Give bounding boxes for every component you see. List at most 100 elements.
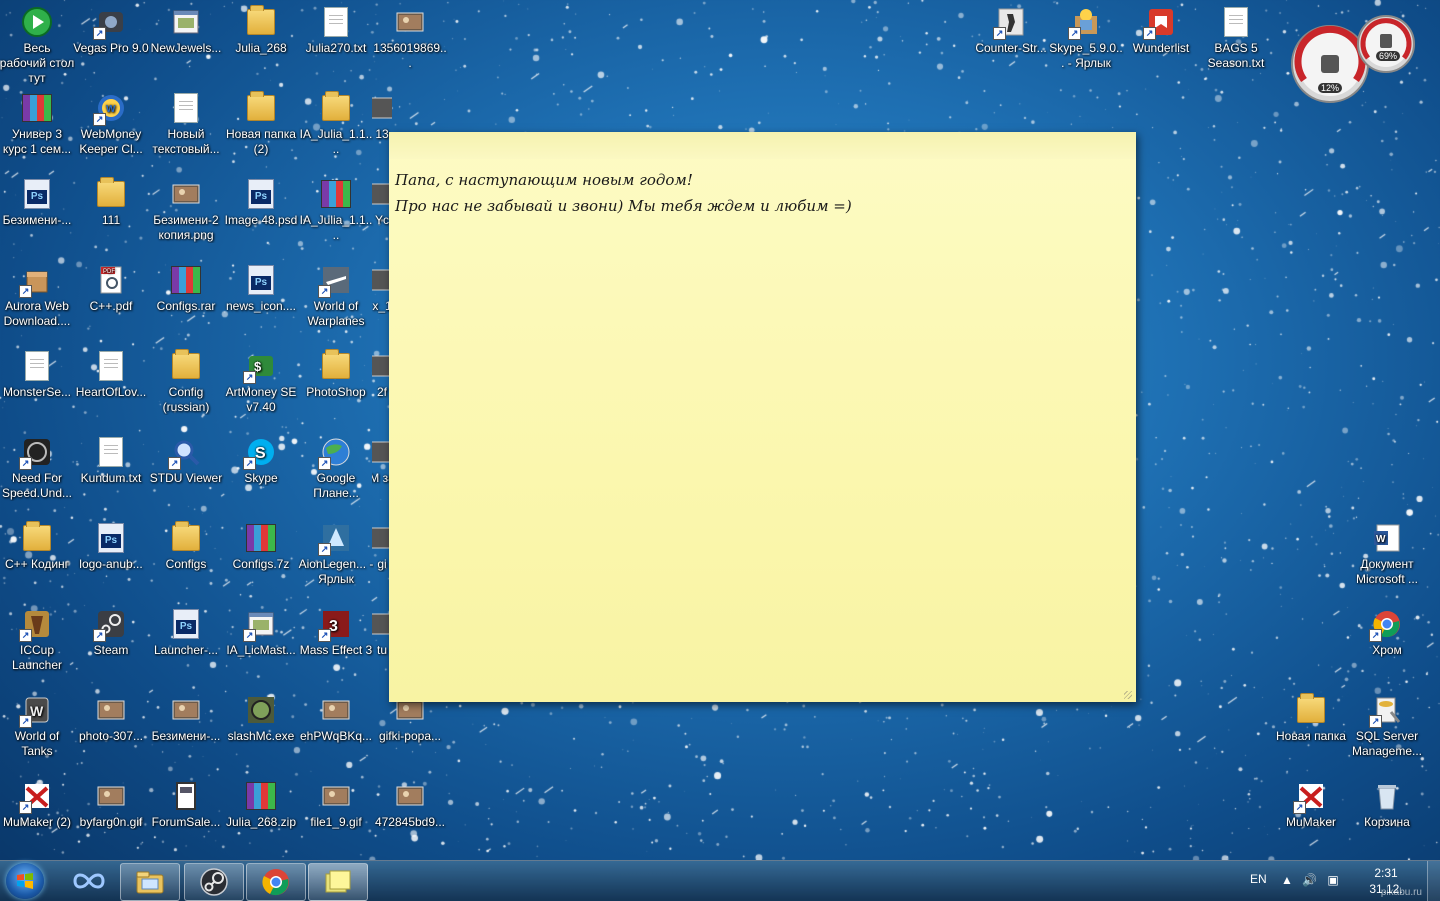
desktop-icon[interactable]: 472845bd9... [372,774,448,860]
desktop-icon[interactable]: Безимени-... [148,688,224,774]
desktop-icon[interactable]: ↗ Google Плане... [298,430,374,516]
desktop-icon[interactable]: W Документ Microsoft ... [1349,516,1425,602]
desktop-icon[interactable]: ↗ MuMaker [1273,774,1349,860]
desktop-icon-label: Need For Speed.Und... [1,471,73,500]
desktop-icon-label: MonsterSe... [2,385,72,399]
sticky-note-text[interactable]: Папа, с наступающим новым годом! Про нас… [389,159,1136,227]
watermark: pikabu.ru [1380,887,1422,898]
desktop-icon[interactable]: 3 ↗ Mass Effect 3 [298,602,374,688]
taskbar-button-infinity[interactable] [60,863,118,899]
desktop-icon[interactable]: BAGS 5 Season.txt [1198,0,1274,86]
desktop-icon[interactable]: PDF C++.pdf [73,258,149,344]
desktop-icon-label: C++ Кодинг [4,557,70,571]
desktop-icon[interactable]: MonsterSe... [0,344,75,430]
desktop-icon[interactable]: $ ↗ ArtMoney SE v7.40 [223,344,299,430]
desktop-icon[interactable]: slashMc.exe [223,688,299,774]
desktop-icon[interactable]: news_icon.... [223,258,299,344]
desktop-icon[interactable]: NewJewels... [148,0,224,86]
show-desktop-button[interactable] [1427,861,1440,901]
language-indicator[interactable]: EN [1250,872,1267,886]
sticky-note-line-1: Папа, с наступающим новым годом! [395,171,693,189]
desktop-icon[interactable]: photo-307... [73,688,149,774]
text-file-icon [170,92,202,124]
desktop-icon[interactable]: Configs.rar [148,258,224,344]
resize-grip-icon[interactable] [1124,691,1132,699]
desktop-icon[interactable]: Новая папка (2) [223,86,299,172]
desktop-icon-label: ICCup Launcher [11,643,63,672]
desktop-icon[interactable]: Новый текстовый... [148,86,224,172]
desktop-icon[interactable]: ↗ STDU Viewer [148,430,224,516]
desktop-icon[interactable]: file1_9.gif [298,774,374,860]
desktop-icon[interactable]: ↗ IA_LicMast... [223,602,299,688]
desktop-icon[interactable]: ↗ Counter-Str... [973,0,1049,86]
desktop-icon[interactable]: Launcher-... [148,602,224,688]
desktop-icon[interactable]: ↗ Wunderlist [1123,0,1199,86]
desktop-icon[interactable]: Configs.7z [223,516,299,602]
desktop-icon[interactable]: 111 [73,172,149,258]
taskbar-button-sticky-notes[interactable] [308,863,368,901]
shortcut-arrow-icon: ↗ [1293,801,1306,814]
desktop-icon[interactable]: IA_Julia_1.1.... [298,86,374,172]
sticky-note-header[interactable] [389,132,1136,159]
desktop-icon[interactable]: ↗ Vegas Pro 9.0 [73,0,149,86]
desktop-icon[interactable]: ForumSale... [148,774,224,860]
start-button[interactable] [6,863,44,899]
desktop-icon-label: Configs.7z [232,557,290,571]
cpu-meter-gadget[interactable]: 12% 69% [1290,8,1418,104]
archive-icon [170,264,202,296]
desktop-icon[interactable]: W ↗ World of Tanks [0,688,75,774]
show-hidden-icons-icon[interactable]: ▲ [1280,873,1294,887]
desktop-icon[interactable]: Универ 3 курс 1 сем... [0,86,75,172]
desktop-icon[interactable]: Новая папка [1273,688,1349,774]
desktop-icon[interactable]: ↗ MuMaker (2) [0,774,75,860]
taskbar-button-explorer[interactable] [120,863,180,901]
desktop-icon[interactable]: Корзина [1349,774,1425,860]
desktop-icon[interactable]: S ↗ Skype [223,430,299,516]
desktop-icon[interactable]: Julia_268 [223,0,299,86]
desktop-icon[interactable]: ↗ Steam [73,602,149,688]
desktop-icon[interactable]: ↗ SQL Server Manageme... [1349,688,1425,774]
photoshop-file-icon [21,178,53,210]
desktop-icon-label: Aurora Web Download.... [3,299,71,328]
desktop-icon[interactable]: Julia270.txt [298,0,374,86]
desktop-icon[interactable]: Безимени-2 копия.png [148,172,224,258]
svg-text:W: W [106,104,116,115]
desktop-icon[interactable]: ↗ Хром [1349,602,1425,688]
desktop-icon[interactable]: 1356019869... [372,0,448,86]
network-icon[interactable]: ▣ [1326,873,1340,887]
desktop-icon[interactable]: byfarg0n.gif [73,774,149,860]
desktop-icon[interactable]: Весь рабочий стол тут [0,0,75,86]
desktop-icon[interactable]: ↗ World of Warplanes [298,258,374,344]
desktop-icon-label: news_icon.... [225,299,297,313]
desktop-icon-label: AionLegen... - Ярлык [298,557,374,586]
desktop-icon[interactable]: Kundum.txt [73,430,149,516]
desktop-icon[interactable]: Configs [148,516,224,602]
desktop-icon[interactable]: ↗ Need For Speed.Und... [0,430,75,516]
desktop-icon-label: BAGS 5 Season.txt [1207,41,1265,70]
desktop-icon[interactable]: W ↗ WebMoney Keeper Cl... [73,86,149,172]
desktop-icon[interactable]: Image 48.psd [223,172,299,258]
archive-icon [21,92,53,124]
desktop-icon-label: Julia_268.zip [225,815,297,829]
desktop-icon[interactable]: ↗ Skype_5.9.0... - Ярлык [1048,0,1124,86]
desktop-icon[interactable]: logo-anub... [73,516,149,602]
volume-icon[interactable]: 🔊 [1302,873,1317,887]
taskbar-button-steam[interactable] [184,863,244,901]
desktop-icon-label: Безимени-2 копия.png [153,213,219,242]
desktop-icon[interactable]: IA_Julia_1.1.... [298,172,374,258]
sticky-note[interactable]: Папа, с наступающим новым годом! Про нас… [389,132,1136,702]
taskbar-button-chrome[interactable] [246,863,306,901]
desktop-icon[interactable]: Безимени-... [0,172,75,258]
desktop-icon[interactable]: Julia_268.zip [223,774,299,860]
desktop-icon[interactable]: HeartOfLov... [73,344,149,430]
desktop-icon[interactable]: ehPWqBKq... [298,688,374,774]
desktop-icon[interactable]: ↗ Aurora Web Download.... [0,258,75,344]
archive-icon [320,178,352,210]
download-manager-icon: ↗ [19,264,53,298]
desktop-icon[interactable]: Config (russian) [148,344,224,430]
desktop-icon[interactable]: PhotoShop [298,344,374,430]
desktop-icon[interactable]: C++ Кодинг [0,516,75,602]
desktop-icon[interactable]: ↗ ICCup Launcher [0,602,75,688]
desktop-icon[interactable]: ↗ AionLegen... - Ярлык [298,516,374,602]
desktop-icon-label: Новый текстовый... [152,127,220,156]
